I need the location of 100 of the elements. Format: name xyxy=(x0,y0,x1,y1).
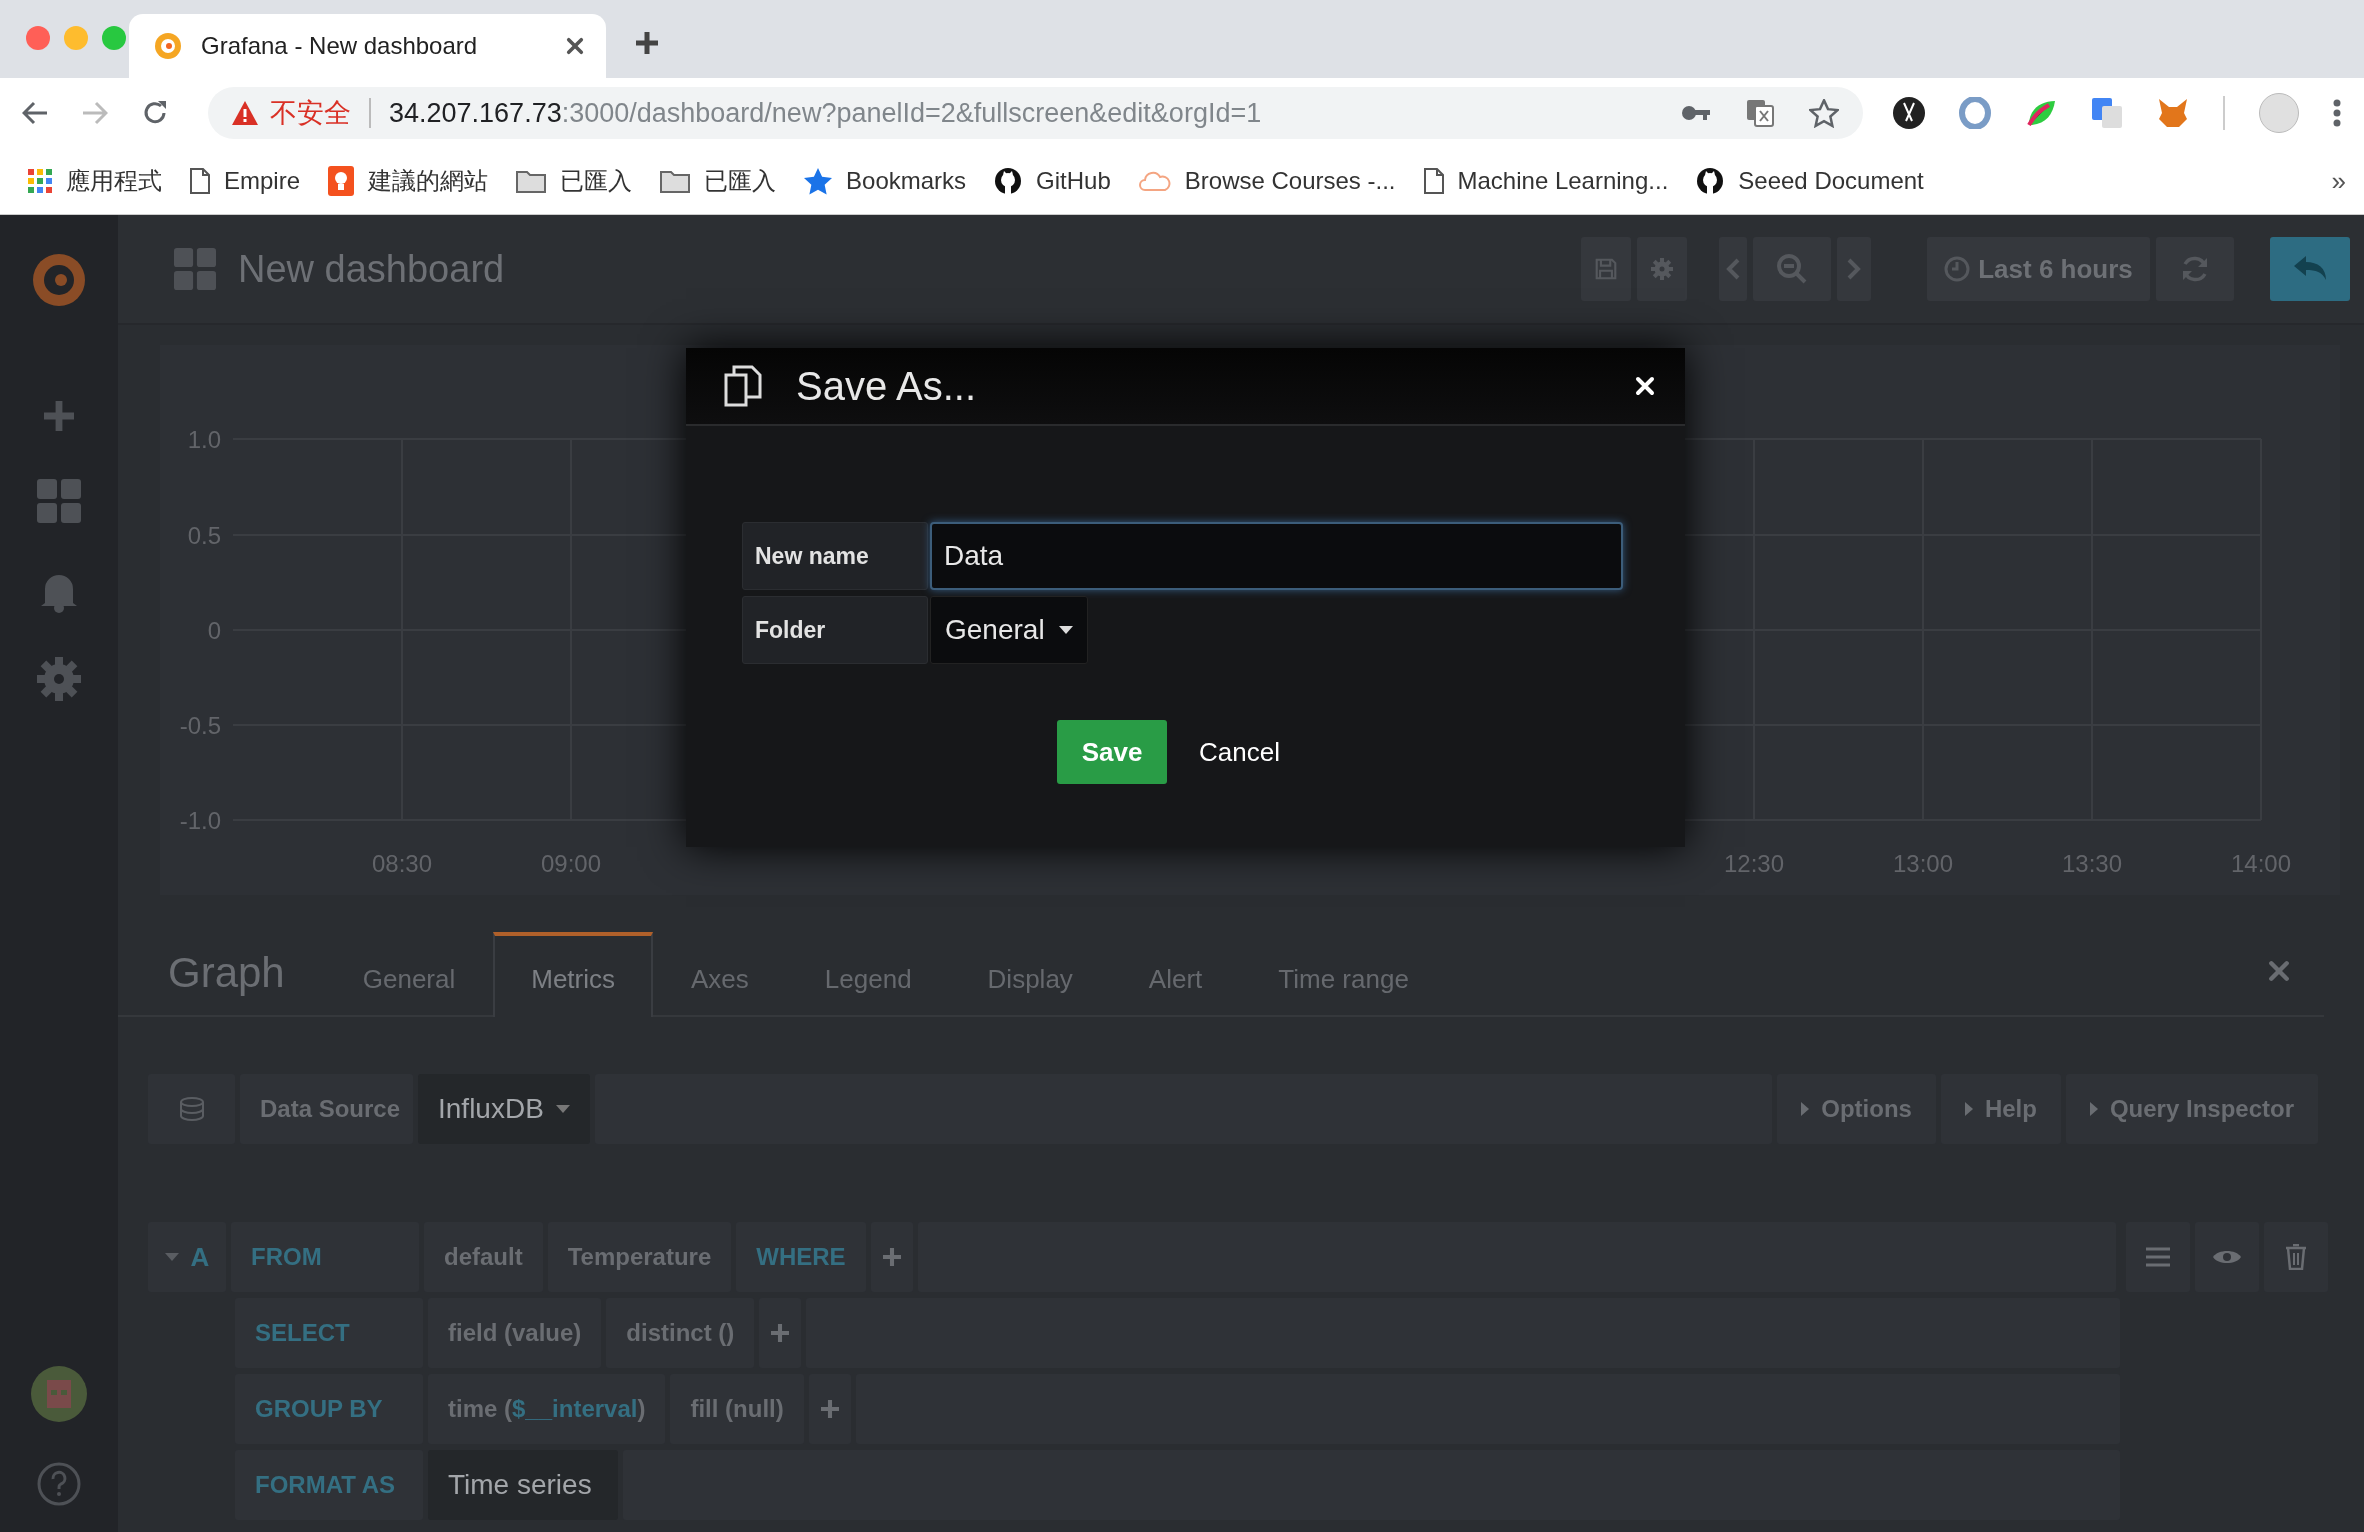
menu-dots-icon[interactable] xyxy=(2333,99,2341,127)
folder-icon xyxy=(660,169,691,193)
caret-icon xyxy=(2089,1102,2098,1116)
collapsible-toggle[interactable]: Help xyxy=(1940,1074,2061,1144)
caret-icon xyxy=(1964,1102,1973,1116)
editor-tab[interactable]: Legend xyxy=(786,932,950,1017)
help-icon[interactable] xyxy=(37,1462,81,1506)
bookmark-item[interactable]: 已匯入 xyxy=(516,165,633,197)
zoom-out-icon xyxy=(1776,253,1808,285)
url-text: 34.207.167.73:3000/dashboard/new?panelId=2&fullscreen&edit&orgId=1 xyxy=(389,97,1263,129)
user-avatar[interactable] xyxy=(31,1366,87,1422)
caret-icon xyxy=(164,1252,179,1262)
data-source-select[interactable]: InfluxDB xyxy=(418,1074,590,1144)
database-icon xyxy=(178,1097,205,1121)
save-button[interactable] xyxy=(1581,237,1631,301)
plus-icon xyxy=(771,1324,790,1342)
query-segment[interactable]: time ($__interval) xyxy=(428,1374,666,1444)
next-button[interactable] xyxy=(1837,237,1871,301)
cancel-button[interactable]: Cancel xyxy=(1199,736,1280,768)
ring-icon[interactable] xyxy=(1959,97,1991,129)
swirl-logo-icon[interactable] xyxy=(30,251,88,309)
cat-silhouette-icon xyxy=(1696,167,1725,195)
bookmark-item[interactable]: 建議的網站 xyxy=(328,165,489,197)
plus-icon xyxy=(820,1400,839,1418)
swirl-logo-icon xyxy=(153,31,183,61)
menu-button[interactable] xyxy=(2126,1222,2190,1292)
profile-avatar[interactable] xyxy=(2259,93,2299,133)
translate-icon[interactable] xyxy=(1745,98,1775,128)
chevron-right-icon xyxy=(1847,258,1861,280)
back-button[interactable] xyxy=(2270,237,2350,301)
trash-icon xyxy=(2285,1244,2307,1270)
editor-title: Graph xyxy=(168,949,285,998)
reload-icon[interactable] xyxy=(142,100,168,126)
bookmark-item[interactable]: Machine Learning... xyxy=(1423,167,1669,195)
lightbulb-icon xyxy=(328,166,355,196)
query-segment[interactable]: distinct () xyxy=(606,1298,755,1368)
refresh-button[interactable] xyxy=(2156,237,2234,301)
name-input-field[interactable]: Data xyxy=(930,522,1623,590)
caret-icon xyxy=(1058,625,1073,635)
browser-tab[interactable]: Grafana - New dashboard xyxy=(129,14,606,78)
query-segment[interactable]: default xyxy=(424,1222,543,1292)
previous-button[interactable] xyxy=(1719,237,1747,301)
key-icon[interactable] xyxy=(1681,105,1711,121)
address-bar[interactable]: 不安全 34.207.167.73:3000/dashboard/new?panelId=2&fullscreen&edit&orgId=1 xyxy=(208,87,1863,139)
time-range-button[interactable]: Last 6 hours xyxy=(1927,237,2150,301)
bookmark-item[interactable]: Empire xyxy=(190,167,301,195)
bookmark-item[interactable]: Browse Courses -... xyxy=(1138,167,1396,195)
query-keyword: GROUP BY xyxy=(235,1374,423,1444)
scissors-icon[interactable] xyxy=(1893,97,1925,129)
zoom-out-button[interactable] xyxy=(1753,237,1831,301)
add-button[interactable] xyxy=(759,1298,802,1368)
bookmark-item[interactable]: 應用程式 xyxy=(28,165,162,197)
delete-button[interactable] xyxy=(2264,1222,2328,1292)
document-icon xyxy=(190,168,210,194)
bookmark-item[interactable]: Seeed Document xyxy=(1696,167,1924,195)
query-keyword: FROM xyxy=(231,1222,419,1292)
save-button[interactable]: Save xyxy=(1057,720,1168,784)
query-keyword[interactable]: WHERE xyxy=(736,1222,866,1292)
close-icon[interactable] xyxy=(566,37,584,55)
menu-icon xyxy=(2146,1247,2170,1267)
editor-tab[interactable]: General xyxy=(324,932,494,1017)
gear-icon[interactable] xyxy=(37,657,81,701)
folder-select[interactable]: General xyxy=(930,596,1088,664)
editor-tab[interactable]: Metrics xyxy=(493,932,653,1017)
collapsible-toggle[interactable]: Query Inspector xyxy=(2065,1074,2318,1144)
bookmark-item[interactable]: 已匯入 xyxy=(660,165,777,197)
caret-icon xyxy=(555,1104,570,1114)
add-button[interactable] xyxy=(870,1222,913,1292)
bookmark-item[interactable]: Bookmarks xyxy=(804,167,967,195)
maximize-window-button[interactable] xyxy=(102,26,126,50)
clock-icon xyxy=(1944,256,1971,282)
bookmark-star-icon[interactable] xyxy=(1809,98,1839,128)
query-segment[interactable]: field (value) xyxy=(428,1298,602,1368)
settings-button[interactable] xyxy=(1637,237,1687,301)
editor-tab[interactable]: Axes xyxy=(653,932,787,1017)
bookmarks-overflow[interactable]: » xyxy=(2331,165,2346,197)
editor-tab[interactable]: Alert xyxy=(1110,932,1241,1017)
folder-icon xyxy=(516,169,547,193)
query-segment[interactable]: Temperature xyxy=(547,1222,732,1292)
forward-arrow-icon[interactable] xyxy=(82,101,108,125)
fox-icon[interactable] xyxy=(2157,98,2189,128)
add-button[interactable] xyxy=(808,1374,851,1444)
close-window-button[interactable] xyxy=(26,26,50,50)
collapsible-toggle[interactable]: Options xyxy=(1777,1074,1936,1144)
editor-tab[interactable]: Time range xyxy=(1240,932,1447,1017)
field-label: Folder xyxy=(742,596,928,664)
format-select[interactable]: Time series xyxy=(428,1450,618,1520)
plus-icon xyxy=(44,401,74,431)
editor-tab[interactable]: Display xyxy=(949,932,1111,1017)
query-keyword: FORMAT AS xyxy=(235,1450,423,1520)
toggle-visibility-button[interactable] xyxy=(2195,1222,2259,1292)
dashboards-grid-icon[interactable] xyxy=(37,479,81,523)
back-arrow-icon[interactable] xyxy=(22,101,48,125)
bookmark-item[interactable]: GitHub xyxy=(994,167,1111,195)
query-ref-toggle[interactable]: A xyxy=(148,1222,226,1292)
document-icon xyxy=(1423,168,1444,194)
translate-icon[interactable] xyxy=(2091,97,2123,129)
dashboard-title[interactable]: New dashboard xyxy=(238,247,505,291)
refresh-icon xyxy=(2180,254,2210,284)
query-segment[interactable]: fill (null) xyxy=(670,1374,804,1444)
